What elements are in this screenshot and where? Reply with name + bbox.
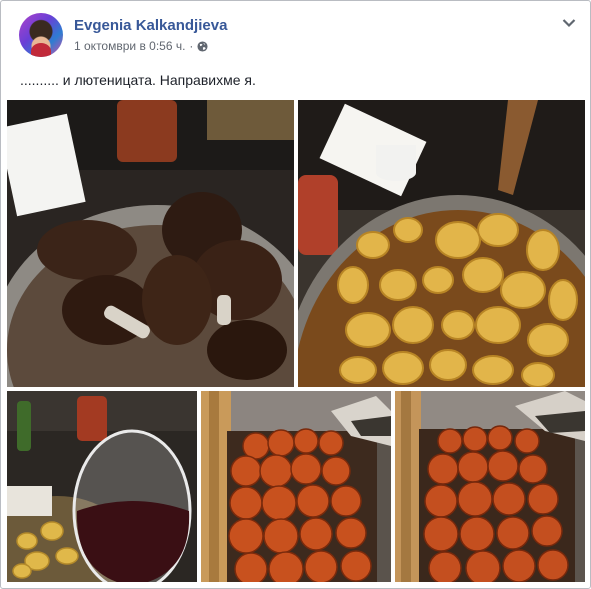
- avatar[interactable]: [19, 13, 63, 57]
- post-card: Evgenia Kalkandjieva 1 октомври в 0:56 ч…: [0, 0, 591, 589]
- meta-separator: ·: [189, 39, 194, 53]
- chevron-down-icon[interactable]: [562, 15, 576, 28]
- photo-roasted-meat[interactable]: [7, 100, 294, 387]
- timestamp-link[interactable]: 1 октомври в 0:56 ч.: [74, 39, 185, 53]
- post-text: .......... и лютеницата. Направихме я.: [20, 72, 256, 88]
- photo-lyutenitsa-jars[interactable]: [201, 391, 391, 582]
- author-name[interactable]: Evgenia Kalkandjieva: [74, 17, 227, 34]
- globe-icon[interactable]: [197, 40, 208, 52]
- photo-roasted-potatoes[interactable]: [298, 100, 585, 387]
- photo-wine-glass[interactable]: [7, 391, 197, 582]
- photo-lyutenitsa-jars-2[interactable]: [395, 391, 585, 582]
- post-meta: 1 октомври в 0:56 ч. ·: [74, 39, 208, 53]
